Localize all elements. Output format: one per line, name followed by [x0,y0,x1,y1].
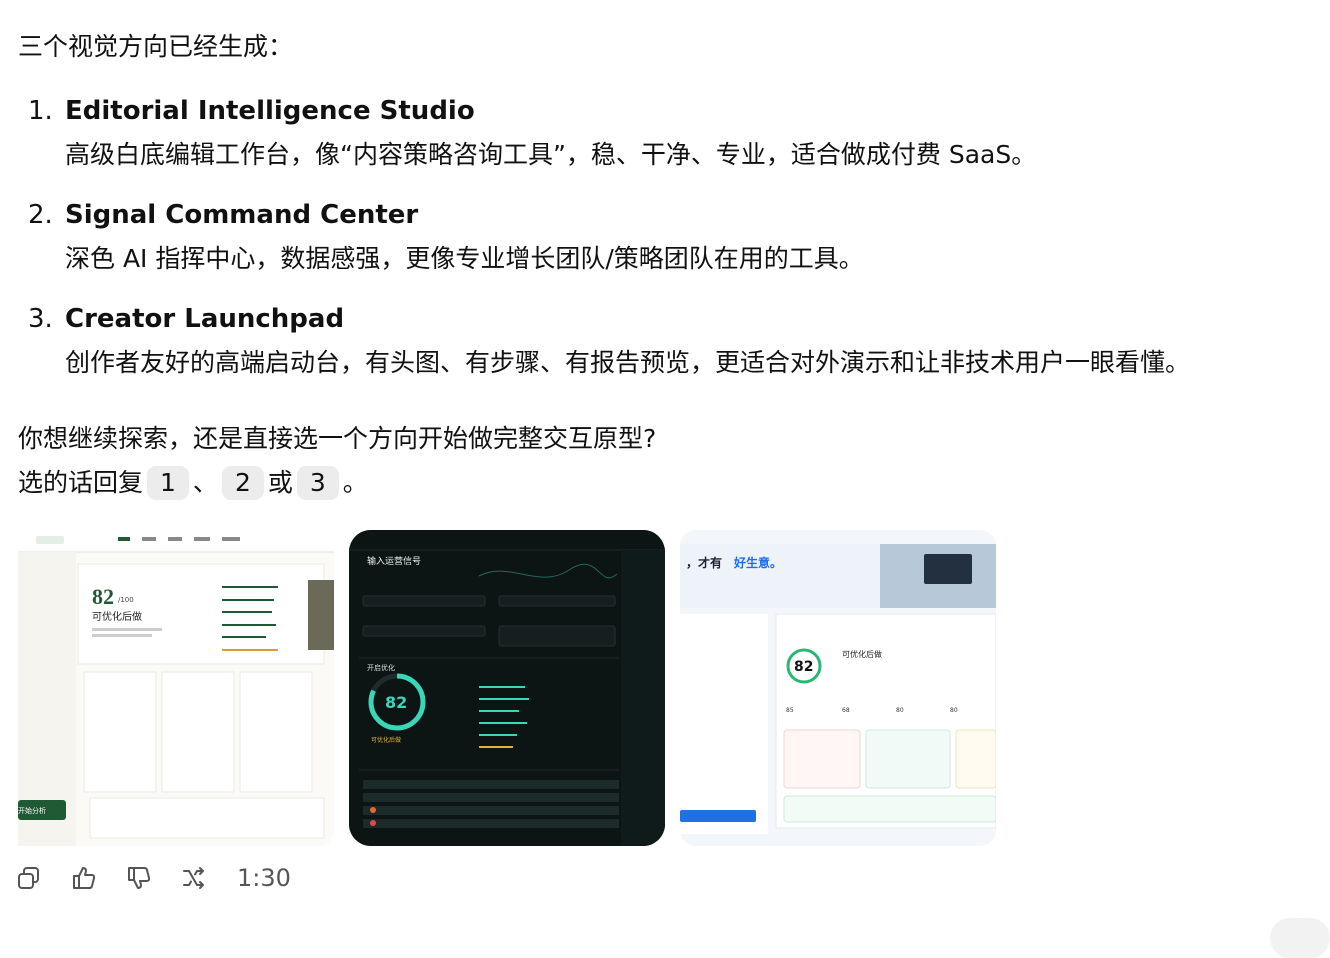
launchpad-subscore: 68 [842,707,850,714]
editorial-score-unit: /100 [118,596,134,604]
launchpad-preview-graphic: ，才有 好生意。 82 可优化后做 85 68 80 80 [680,530,996,846]
response-time: 1:30 [237,864,291,892]
reply-option-chip: 1 [147,466,189,500]
copy-button[interactable] [14,863,44,893]
reply-option-chip: 2 [221,466,264,500]
thumbnail-creator-launchpad[interactable]: ，才有 好生意。 82 可优化后做 85 68 80 80 [680,530,996,846]
thumbnail-signal-command-center[interactable]: 输入运营信号 开启优化 82 可优化后做 [349,530,665,846]
direction-description: 深色 AI 指挥中心，数据感强，更像专业增长团队/策略团队在用的工具。 [65,244,864,273]
signal-preview-graphic: 输入运营信号 开启优化 82 可优化后做 [349,530,665,846]
thumbs-down-button[interactable] [124,863,154,893]
editorial-cta: 开始分析 [18,806,46,815]
reply-prefix: 选的话回复 [18,468,144,497]
direction-number: 1. [28,96,53,126]
thumbs-up-icon [73,867,96,889]
launchpad-headline: ，才有 [686,555,722,570]
reply-separator: 或 [267,468,293,497]
editorial-preview-graphic: 82 /100 可优化后做 开始分析 [18,530,334,846]
reply-instructions: 选的话回复 1 、 2 或 3 。 [18,466,368,500]
signal-section-title: 开启优化 [367,663,395,672]
preview-thumbnails: 82 /100 可优化后做 开始分析 输入运营信号 开启优化 82 可优化后做 … [18,530,998,846]
thumbs-down-icon [128,867,151,889]
direction-number: 2. [28,200,53,230]
direction-number: 3. [28,304,53,334]
intro-text: 三个视觉方向已经生成： [18,32,294,61]
direction-description: 高级白底编辑工作台，像“内容策略咨询工具”，稳、干净、专业，适合做成付费 Saa… [65,140,1037,169]
copy-icon [18,867,39,889]
signal-score: 82 [385,693,407,712]
launchpad-headline-accent: 好生意。 [733,555,782,570]
editorial-score-label: 可优化后做 [92,610,142,623]
launchpad-subscore: 80 [896,707,904,714]
signal-status: 可优化后做 [371,736,401,744]
launchpad-subscore: 80 [950,707,958,714]
launchpad-score-label: 可优化后做 [842,649,882,659]
share-button[interactable] [179,863,209,893]
followup-question: 你想继续探索，还是直接选一个方向开始做完整交互原型? [18,424,657,453]
message-actions: 1:30 [14,860,291,896]
scroll-button[interactable] [1270,918,1330,958]
launchpad-subscore: 85 [786,707,794,714]
share-icon [183,867,204,889]
signal-heading: 输入运营信号 [367,555,421,567]
reply-option-chip: 3 [296,466,339,500]
editorial-score: 82 [92,584,114,609]
reply-separator: 、 [192,468,218,497]
launchpad-score: 82 [794,659,813,675]
direction-title: Signal Command Center [65,200,419,230]
direction-title: Creator Launchpad [65,304,345,334]
reply-suffix: 。 [342,468,368,497]
thumbnail-editorial-studio[interactable]: 82 /100 可优化后做 开始分析 [18,530,334,846]
direction-title: Editorial Intelligence Studio [65,96,475,126]
thumbs-up-button[interactable] [69,863,99,893]
direction-description: 创作者友好的高端启动台，有头图、有步骤、有报告预览，更适合对外演示和让非技术用户… [65,348,1191,377]
